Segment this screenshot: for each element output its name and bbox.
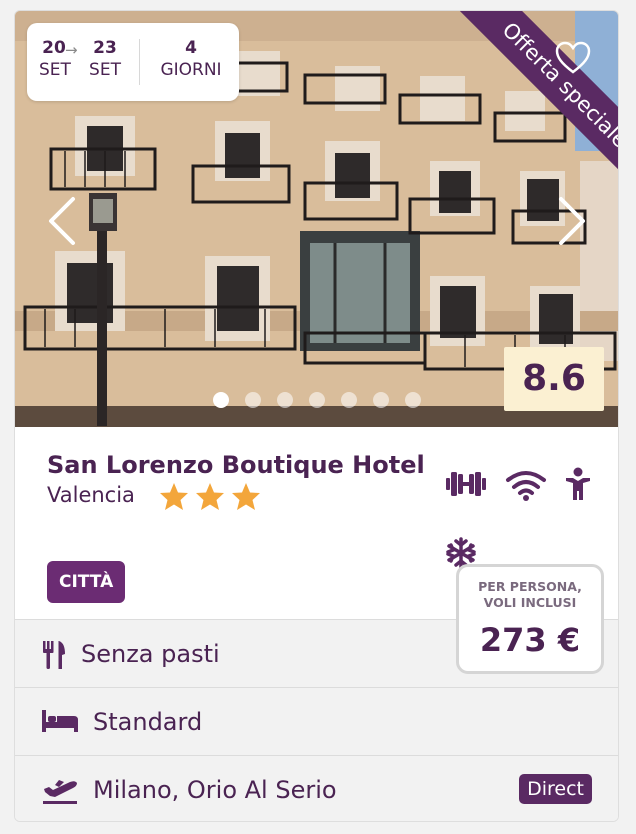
bed-icon (42, 710, 78, 732)
room-row: Standard (15, 687, 618, 755)
duration-unit: GIORNI (160, 60, 222, 80)
special-offer-label: Offerta speciale (453, 11, 618, 197)
duration-number: 4 (185, 38, 197, 58)
price-label-line1: PER PERSONA, (478, 579, 582, 594)
hotel-card[interactable]: 20 SET → 23 SET 4 GIORNI Offerta special… (14, 10, 619, 822)
favorite-heart-icon[interactable] (555, 41, 591, 75)
dates-divider (139, 39, 140, 85)
wifi-icon (506, 471, 546, 501)
carousel-dot[interactable] (341, 392, 357, 408)
carousel-dot[interactable] (405, 392, 421, 408)
star-icon (232, 483, 260, 510)
carousel-dot[interactable] (309, 392, 325, 408)
hotel-city: Valencia (47, 483, 135, 507)
category-tag: CITTÀ (47, 561, 126, 603)
price-box[interactable]: PER PERSONA, VOLI INCLUSI 273 € (456, 564, 604, 674)
direct-flight-badge: Direct (519, 774, 592, 804)
meals-label: Senza pasti (81, 640, 220, 668)
arrow-right-icon: → (65, 41, 78, 59)
cutlery-icon (43, 641, 65, 669)
plane-departure-icon (43, 780, 77, 804)
carousel-dot[interactable] (213, 392, 229, 408)
star-icon (196, 483, 224, 510)
previous-image-button[interactable] (45, 196, 79, 246)
end-day: 23 (93, 38, 117, 58)
carousel-dot[interactable] (277, 392, 293, 408)
price-label: PER PERSONA, VOLI INCLUSI (459, 579, 601, 611)
carousel-dot[interactable] (373, 392, 389, 408)
hotel-image-carousel[interactable]: 20 SET → 23 SET 4 GIORNI Offerta special… (15, 11, 618, 427)
kids-icon (566, 467, 590, 500)
room-type-label: Standard (93, 708, 203, 736)
carousel-dot[interactable] (245, 392, 261, 408)
star-icon (160, 483, 188, 510)
departure-airport: Milano, Orio Al Serio (93, 776, 337, 804)
price-label-line2: VOLI INCLUSI (483, 595, 577, 610)
price-value: 273 € (479, 621, 581, 659)
travel-dates-box[interactable]: 20 SET → 23 SET 4 GIORNI (27, 23, 239, 101)
hotel-stars (159, 482, 261, 511)
end-date: 23 SET (89, 37, 121, 81)
hotel-name[interactable]: San Lorenzo Boutique Hotel (47, 451, 425, 479)
next-image-button[interactable] (555, 196, 589, 246)
carousel-dots (213, 392, 421, 408)
duration: 4 GIORNI (155, 37, 227, 81)
rating-score: 8.6 (504, 347, 604, 411)
flight-row: Milano, Orio Al Serio Direct (15, 755, 618, 821)
start-month: SET (39, 60, 71, 80)
gym-icon (446, 472, 486, 496)
end-month: SET (89, 60, 121, 80)
